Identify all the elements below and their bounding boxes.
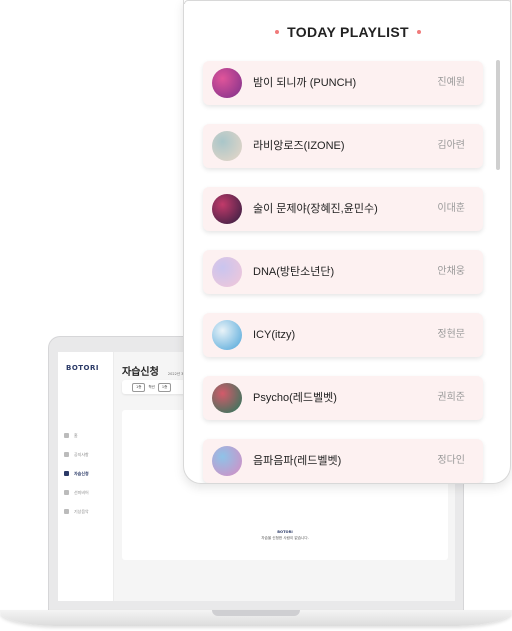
mini-nav-item-beer[interactable]: 선미비어: [64, 483, 89, 502]
mini-nav-item-study[interactable]: 자습신청: [64, 464, 89, 483]
mini-logo: BOTORI: [66, 364, 100, 372]
song-row[interactable]: ICY(itzy) 정현문: [203, 313, 483, 357]
mini-nav-item-home[interactable]: 홈: [64, 426, 89, 445]
song-title: Psycho(레드벨벳): [253, 392, 337, 404]
song-title: 음파음파(레드벨벳): [253, 455, 342, 467]
mini-grade-select[interactable]: 1층: [157, 382, 172, 392]
megaphone-icon: [64, 452, 69, 457]
song-row[interactable]: 술이 문제야(장혜진,윤민수) 이대훈: [203, 187, 483, 231]
song-requester: 정현문: [437, 329, 465, 340]
song-title: DNA(방탄소년단): [253, 266, 335, 278]
album-cover-icon: [212, 68, 242, 98]
cup-icon: [64, 490, 69, 495]
album-cover-icon: [212, 446, 242, 476]
mini-nav: 홈 공지사항 자습신청 선미비어 기상음악: [64, 426, 89, 521]
song-title: 술이 문제야(장혜진,윤민수): [253, 203, 378, 215]
song-row[interactable]: 음파음파(레드벨벳) 정다인: [203, 439, 483, 483]
accent-dot-right: [416, 30, 421, 34]
mini-nav-label: 공지사항: [74, 451, 89, 457]
home-icon: [64, 433, 69, 438]
album-cover-icon: [212, 131, 242, 161]
song-requester: 권희준: [437, 392, 465, 403]
song-row[interactable]: 밤이 되니까 (PUNCH) 진예원: [203, 61, 483, 105]
song-requester: 이대훈: [437, 203, 465, 214]
song-requester: 김아련: [437, 140, 465, 151]
mini-nav-item-music[interactable]: 기상음악: [64, 502, 89, 521]
song-row[interactable]: 라비앙로즈(IZONE) 김아련: [203, 124, 483, 168]
music-icon: [64, 509, 69, 514]
song-list: 밤이 되니까 (PUNCH) 진예원 라비앙로즈(IZONE) 김아련 술이 문…: [203, 61, 483, 483]
song-requester: 안채웅: [437, 266, 465, 277]
playlist-title: TODAY PLAYLIST: [287, 24, 409, 40]
song-title: 밤이 되니까 (PUNCH): [253, 77, 357, 89]
mini-nav-label: 선미비어: [74, 489, 89, 495]
mini-sidebar: BOTORI 홈 공지사항 자습신청 선미비어 기상음악: [58, 352, 114, 601]
song-requester: 정다인: [437, 455, 465, 466]
mini-nav-label: 자습신청: [74, 470, 89, 476]
mini-nav-label: 기상음악: [74, 508, 89, 514]
playlist-scrollbar-thumb[interactable]: [496, 60, 500, 170]
phone-top-edge: [184, 0, 510, 4]
mini-floor-select[interactable]: 1층: [132, 382, 146, 392]
mini-filter-label: 학년: [148, 384, 155, 389]
mini-nav-label: 홈: [74, 432, 78, 438]
song-row[interactable]: Psycho(레드벨벳) 권희준: [203, 376, 483, 420]
song-row[interactable]: DNA(방탄소년단) 안채웅: [203, 250, 483, 294]
album-cover-icon: [212, 320, 242, 350]
album-cover-icon: [212, 194, 242, 224]
album-cover-icon: [212, 257, 242, 287]
desk-icon: [64, 471, 69, 476]
phone-frame: TODAY PLAYLIST 밤이 되니까 (PUNCH) 진예원 라비앙로즈(…: [183, 0, 511, 484]
song-title: ICY(itzy): [253, 329, 296, 341]
accent-dot-left: [275, 30, 280, 34]
laptop-notch: [212, 610, 300, 616]
mini-empty-message: 자습을 신청한 사람이 없습니다.: [261, 536, 309, 540]
playlist-header: TODAY PLAYLIST: [184, 22, 510, 42]
album-cover-icon: [212, 383, 242, 413]
mini-nav-item-notice[interactable]: 공지사항: [64, 445, 89, 464]
mini-empty-logo: BOTORI: [277, 530, 293, 534]
mini-page-title: 자습신청: [122, 367, 159, 378]
playlist-scrollbar[interactable]: [496, 60, 500, 170]
song-requester: 진예원: [437, 77, 465, 88]
song-title: 라비앙로즈(IZONE): [253, 140, 345, 152]
